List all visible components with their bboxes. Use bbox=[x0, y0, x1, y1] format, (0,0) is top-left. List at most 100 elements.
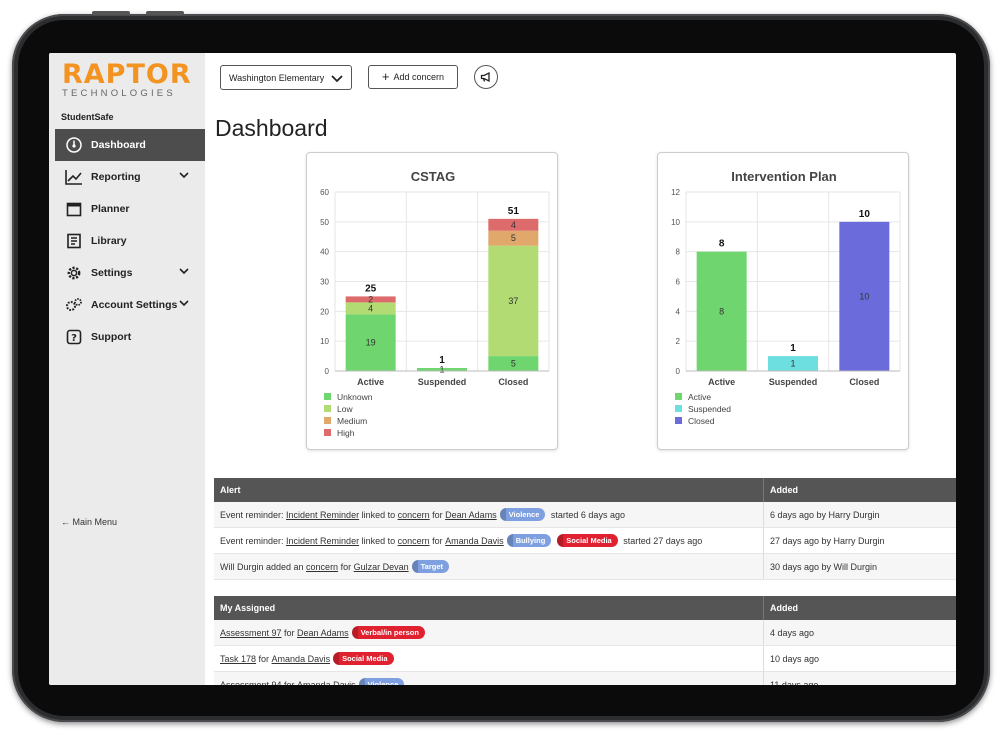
row-text: linked to bbox=[359, 509, 398, 520]
row-link[interactable]: Incident Reminder bbox=[286, 510, 359, 520]
y-tick-label: 6 bbox=[676, 278, 681, 287]
school-select-value: Washington Elementary bbox=[229, 72, 325, 83]
y-tick-label: 0 bbox=[325, 367, 330, 376]
assigned-column-header: My Assigned bbox=[214, 596, 764, 620]
y-tick-label: 50 bbox=[320, 218, 329, 227]
y-tick-label: 60 bbox=[320, 188, 329, 197]
data-label: 37 bbox=[508, 296, 518, 306]
row-text: for bbox=[429, 509, 446, 520]
assigned-description: Task 178 for Amanda Davis Social Media bbox=[214, 646, 764, 671]
assigned-added: 10 days ago bbox=[770, 653, 820, 664]
chevron-down-icon bbox=[179, 172, 189, 179]
data-label: 2 bbox=[368, 294, 373, 304]
sidebar-item-account-settings[interactable]: Account Settings bbox=[55, 289, 205, 321]
row-text: for bbox=[281, 679, 298, 686]
row-link[interactable]: Incident Reminder bbox=[286, 536, 359, 546]
row-text: for bbox=[429, 535, 446, 546]
tablet-button bbox=[146, 11, 184, 15]
dashboard-gauge-icon bbox=[65, 136, 83, 154]
x-tick-label: Active bbox=[357, 377, 384, 387]
data-label: 5 bbox=[511, 233, 516, 243]
product-name: StudentSafe bbox=[61, 112, 114, 122]
tag-badge: Social Media bbox=[333, 652, 394, 665]
announcement-button[interactable] bbox=[474, 65, 498, 89]
alert-row: Will Durgin added an concern for Gulzar … bbox=[214, 554, 956, 580]
raptor-logo[interactable]: RAPTOR TECHNOLOGIES bbox=[62, 61, 192, 100]
row-text: for bbox=[281, 627, 298, 638]
megaphone-icon bbox=[480, 71, 490, 83]
sidebar-item-label: Planner bbox=[91, 203, 130, 215]
chart-title: CSTAG bbox=[411, 169, 456, 184]
row-link[interactable]: Amanda Davis bbox=[445, 536, 504, 546]
sidebar-item-planner[interactable]: Planner bbox=[55, 193, 205, 225]
row-link[interactable]: Gulzar Devan bbox=[354, 562, 409, 572]
legend-label: Medium bbox=[337, 416, 367, 426]
assigned-description: Assessment 94 for Amanda Davis Violence bbox=[214, 672, 764, 685]
assigned-description: Assessment 97 for Dean Adams Verbal/in pe… bbox=[214, 620, 764, 645]
legend-swatch bbox=[324, 393, 331, 400]
assigned-row: Task 178 for Amanda Davis Social Media 10 … bbox=[214, 646, 956, 672]
alert-description: Will Durgin added an concern for Gulzar … bbox=[214, 554, 764, 579]
tag-badge: Social Media bbox=[557, 534, 618, 547]
y-tick-label: 40 bbox=[320, 248, 329, 257]
row-text: for bbox=[256, 653, 272, 664]
assigned-added: 11 days ago bbox=[770, 679, 819, 686]
sidebar: RAPTOR TECHNOLOGIES StudentSafe Dashboar… bbox=[49, 53, 205, 685]
row-link[interactable]: Task 178 bbox=[220, 654, 256, 664]
add-concern-button[interactable]: + Add concern bbox=[368, 65, 458, 89]
row-link[interactable]: Assessment 94 bbox=[220, 680, 282, 686]
chart-title: Intervention Plan bbox=[731, 169, 837, 184]
total-label: 51 bbox=[508, 206, 520, 217]
sidebar-item-label: Dashboard bbox=[91, 139, 146, 151]
row-link[interactable]: Dean Adams bbox=[297, 628, 349, 638]
alert-description: Event reminder: Incident Reminder linked… bbox=[214, 528, 764, 553]
data-label: 10 bbox=[859, 291, 869, 301]
legend-label: Low bbox=[337, 404, 353, 414]
row-link[interactable]: Dean Adams bbox=[445, 510, 497, 520]
sidebar-item-library[interactable]: Library bbox=[55, 225, 205, 257]
app-screen: RAPTOR TECHNOLOGIES StudentSafe Dashboar… bbox=[49, 53, 956, 685]
alert-added: 30 days ago by Will Durgin bbox=[770, 561, 878, 572]
row-link[interactable]: concern bbox=[306, 562, 338, 572]
total-label: 8 bbox=[719, 239, 725, 250]
legend-swatch bbox=[324, 405, 331, 412]
added-column-header: Added bbox=[770, 485, 798, 495]
x-tick-label: Closed bbox=[498, 377, 528, 387]
assigned-row: Assessment 97 for Dean Adams Verbal/in pe… bbox=[214, 620, 956, 646]
y-tick-label: 2 bbox=[676, 337, 681, 346]
assigned-table-header: My Assigned Added bbox=[214, 596, 956, 620]
chevron-down-icon bbox=[179, 268, 189, 275]
sidebar-item-label: Settings bbox=[91, 267, 133, 279]
total-label: 1 bbox=[790, 343, 796, 354]
data-label: 19 bbox=[366, 338, 376, 348]
logo-sub: TECHNOLOGIES bbox=[62, 88, 176, 99]
book-icon bbox=[65, 232, 83, 250]
sidebar-item-support[interactable]: ? Support bbox=[55, 321, 205, 353]
row-link[interactable]: Assessment 97 bbox=[220, 628, 282, 638]
intervention-plan-chart: Intervention Plan 0 2 4 6 8 10 12 Active 8 8 Suspen… bbox=[671, 169, 901, 426]
x-tick-label: Active bbox=[708, 377, 735, 387]
cstag-chart-card: CSTAG 0 10 20 30 40 50 60 Active 19 4 2 25 Suspended 1… bbox=[306, 152, 558, 450]
school-select[interactable]: Washington Elementary bbox=[220, 65, 352, 90]
row-link[interactable]: Amanda Davis bbox=[272, 654, 331, 664]
row-link[interactable]: concern bbox=[398, 536, 430, 546]
row-text: linked to bbox=[359, 535, 398, 546]
alert-column-header: Alert bbox=[214, 478, 764, 502]
alert-description: Event reminder: Incident Reminder linked… bbox=[214, 502, 764, 527]
main-menu-link[interactable]: ← Main Menu bbox=[61, 517, 117, 527]
legend-label: Closed bbox=[688, 416, 715, 426]
y-tick-label: 10 bbox=[320, 337, 329, 346]
calendar-icon bbox=[65, 200, 83, 218]
row-text: Event reminder: bbox=[220, 509, 287, 520]
row-link[interactable]: Amanda Davis bbox=[297, 680, 356, 686]
sidebar-item-label: Library bbox=[91, 235, 127, 247]
y-tick-label: 20 bbox=[320, 307, 329, 316]
sidebar-item-reporting[interactable]: Reporting bbox=[55, 161, 205, 193]
total-label: 1 bbox=[439, 355, 445, 366]
sidebar-item-dashboard[interactable]: Dashboard bbox=[55, 129, 205, 161]
alert-added: 27 days ago by Harry Durgin bbox=[770, 535, 885, 546]
row-link[interactable]: concern bbox=[398, 510, 430, 520]
legend-label: High bbox=[337, 428, 355, 438]
legend-swatch bbox=[324, 429, 331, 436]
sidebar-item-settings[interactable]: Settings bbox=[55, 257, 205, 289]
